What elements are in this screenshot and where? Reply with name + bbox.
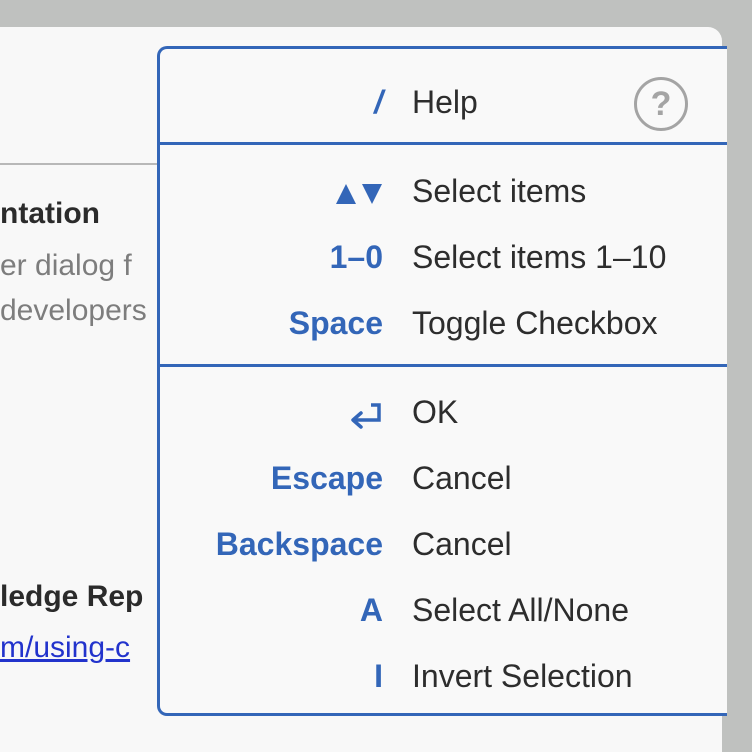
keyboard-shortcuts-panel: / Help ? Select items 1–0 Select items 1… [157, 46, 727, 716]
shortcut-key: Backspace [215, 526, 383, 562]
shortcut-label: Select items 1–10 [412, 239, 667, 275]
shortcut-label: Toggle Checkbox [412, 305, 658, 341]
shortcut-row-select-items: Select items [160, 166, 727, 216]
section-divider [160, 142, 727, 145]
section-divider [160, 364, 727, 367]
shortcut-row-select-1-10: 1–0 Select items 1–10 [160, 232, 727, 282]
shortcut-label: Cancel [412, 526, 512, 562]
background-description-line1: er dialog f [0, 249, 132, 282]
shortcut-label: Help [412, 84, 478, 120]
shortcut-label: Select All/None [412, 592, 630, 628]
background-description-line2: developers [0, 294, 147, 327]
background-link[interactable]: m/using-c [0, 631, 130, 665]
shortcut-row-select-all: A Select All/None [160, 585, 727, 635]
shortcut-key: Escape [270, 460, 383, 496]
shortcut-key: Space [288, 305, 383, 341]
shortcut-row-escape: Escape Cancel [160, 453, 727, 503]
help-button[interactable]: ? [634, 77, 688, 131]
shortcut-label: Select items [412, 173, 587, 209]
return-icon [347, 387, 383, 437]
shortcut-row-invert-selection: I Invert Selection [160, 651, 727, 701]
shortcut-row-backspace: Backspace Cancel [160, 519, 727, 569]
shortcut-key: 1–0 [329, 239, 383, 275]
shortcut-label: Invert Selection [412, 658, 633, 694]
shortcut-key: / [374, 84, 383, 120]
shortcut-row-ok: OK [160, 387, 727, 437]
shortcut-key: A [359, 592, 383, 628]
background-heading: ntation [0, 197, 100, 230]
shortcut-row-toggle-checkbox: Space Toggle Checkbox [160, 298, 727, 348]
shortcut-label: Cancel [412, 460, 512, 496]
shortcut-label: OK [412, 394, 459, 430]
arrows-up-down-icon [335, 166, 383, 216]
shortcut-key: I [374, 658, 383, 694]
background-heading2: ledge Rep [0, 580, 144, 613]
